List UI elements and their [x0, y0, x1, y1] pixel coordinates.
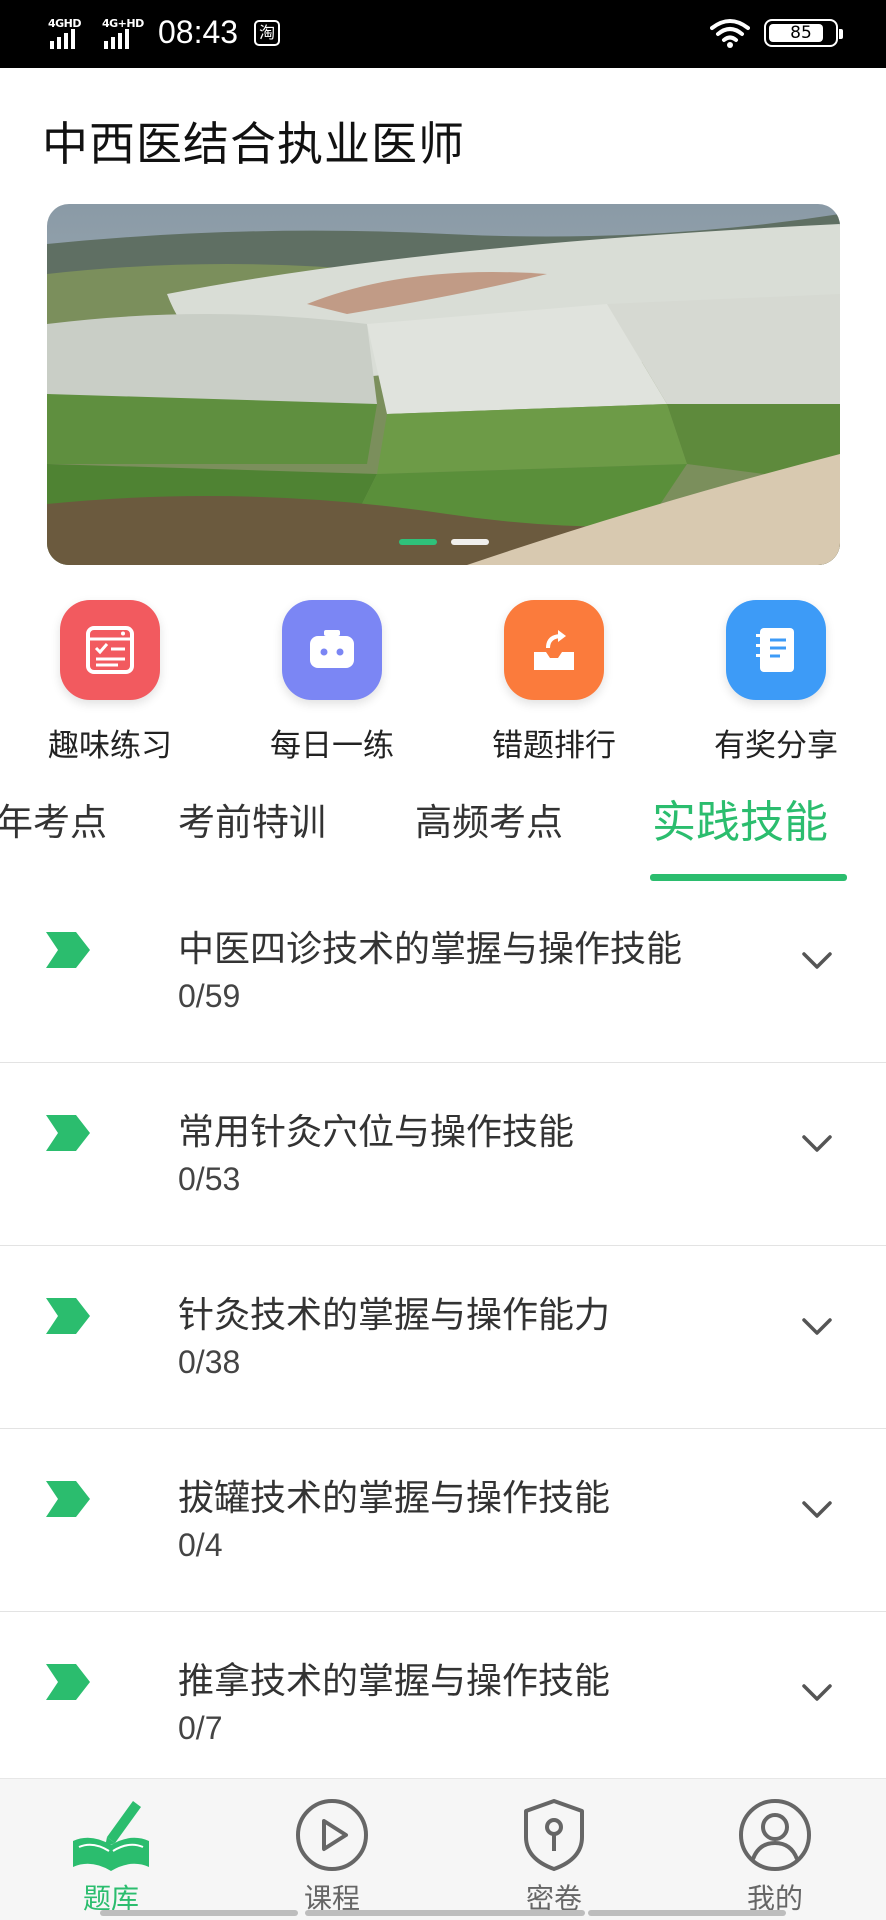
chevron-flag-icon [46, 1298, 90, 1334]
status-bar: 4GHD 4G+HD 08:43 淘 85 [0, 0, 886, 68]
list-item-progress: 0/7 [178, 1710, 223, 1746]
list-item[interactable]: 常用针灸穴位与操作技能 0/53 [0, 1063, 886, 1246]
chevron-flag-icon [46, 1481, 90, 1517]
gesture-bar [100, 1910, 298, 1916]
carousel-dot [398, 539, 437, 545]
chapter-list: 中医四诊技术的掌握与操作技能 0/59 常用针灸穴位与操作技能 0/53 针灸技… [0, 880, 886, 1795]
chevron-down-icon[interactable] [800, 1133, 834, 1155]
shield-key-icon [524, 1799, 584, 1871]
clock: 08:43 [158, 14, 239, 50]
quick-action-label: 有奖分享 [714, 728, 838, 764]
quick-action-fun-practice[interactable]: 趣味练习 [15, 600, 205, 765]
tab-pre-exam-training[interactable]: 考前特训 [178, 792, 326, 846]
book-pen-icon [73, 1801, 149, 1871]
quick-action-label: 趣味练习 [48, 728, 172, 764]
quick-action-wrong-ranking[interactable]: 错题排行 [459, 600, 649, 765]
chevron-down-icon[interactable] [800, 1499, 834, 1521]
play-circle-icon [296, 1799, 368, 1871]
battery-icon: 85 [764, 19, 843, 47]
chevron-down-icon[interactable] [800, 1316, 834, 1338]
quick-action-reward-share[interactable]: 有奖分享 [681, 600, 871, 765]
signal-icon: 4G+HD [102, 15, 146, 51]
list-item-title: 常用针灸穴位与操作技能 [178, 1112, 575, 1153]
chevron-flag-icon [46, 932, 90, 968]
quick-action-label: 错题排行 [492, 728, 616, 764]
signal-icon: 4GHD [48, 15, 92, 51]
quick-actions: 趣味练习 每日一练 错题排行 有奖分享 [0, 600, 886, 764]
page-title: 中西医结合执业医师 [42, 117, 465, 171]
tab-high-frequency[interactable]: 高频考点 [415, 792, 563, 846]
chevron-down-icon[interactable] [800, 950, 834, 972]
wifi-icon [710, 19, 750, 48]
tab-practical-skills[interactable]: 实践技能 [652, 786, 828, 850]
list-item-title: 拔罐技术的掌握与操作技能 [178, 1478, 611, 1519]
list-item-progress: 0/4 [178, 1527, 223, 1563]
carousel-dot [450, 539, 489, 545]
chevron-down-icon[interactable] [800, 1682, 834, 1704]
quick-action-label: 每日一练 [270, 728, 394, 764]
notebook-icon [726, 600, 826, 700]
user-circle-icon [739, 1799, 811, 1871]
banner-carousel[interactable] [47, 204, 840, 565]
banner-landscape-image [47, 204, 840, 565]
gesture-bar [588, 1910, 786, 1916]
nav-question-bank[interactable]: 题库 [31, 1793, 191, 1917]
share-box-icon [504, 600, 604, 700]
category-tabs: 年考点 考前特训 高频考点 实践技能 [0, 780, 886, 880]
list-item[interactable]: 推拿技术的掌握与操作技能 0/7 [0, 1612, 886, 1795]
quick-action-daily-practice[interactable]: 每日一练 [237, 600, 427, 765]
nav-courses[interactable]: 课程 [252, 1793, 412, 1917]
list-item[interactable]: 针灸技术的掌握与操作能力 0/38 [0, 1246, 886, 1429]
chevron-flag-icon [46, 1115, 90, 1151]
tab-past-exam-points[interactable]: 年考点 [0, 792, 107, 846]
list-item-progress: 0/53 [178, 1161, 241, 1197]
list-item-progress: 0/38 [178, 1344, 241, 1380]
chevron-flag-icon [46, 1664, 90, 1700]
list-item[interactable]: 中医四诊技术的掌握与操作技能 0/59 [0, 880, 886, 1063]
bottom-nav: 题库 课程 密卷 我的 [0, 1778, 886, 1920]
list-item-title: 中医四诊技术的掌握与操作技能 [178, 929, 683, 970]
practice-icon [60, 600, 160, 700]
battery-percent: 85 [790, 23, 812, 43]
gesture-bar [305, 1910, 585, 1916]
list-item-title: 针灸技术的掌握与操作能力 [178, 1295, 611, 1336]
list-item[interactable]: 拔罐技术的掌握与操作技能 0/4 [0, 1429, 886, 1612]
nav-profile[interactable]: 我的 [695, 1793, 855, 1917]
nav-secret-papers[interactable]: 密卷 [474, 1793, 634, 1917]
robot-icon [282, 600, 382, 700]
list-item-title: 推拿技术的掌握与操作技能 [178, 1661, 611, 1702]
taobao-notification-icon: 淘 [254, 19, 281, 46]
carousel-indicator [47, 539, 840, 545]
list-item-progress: 0/59 [178, 978, 241, 1014]
